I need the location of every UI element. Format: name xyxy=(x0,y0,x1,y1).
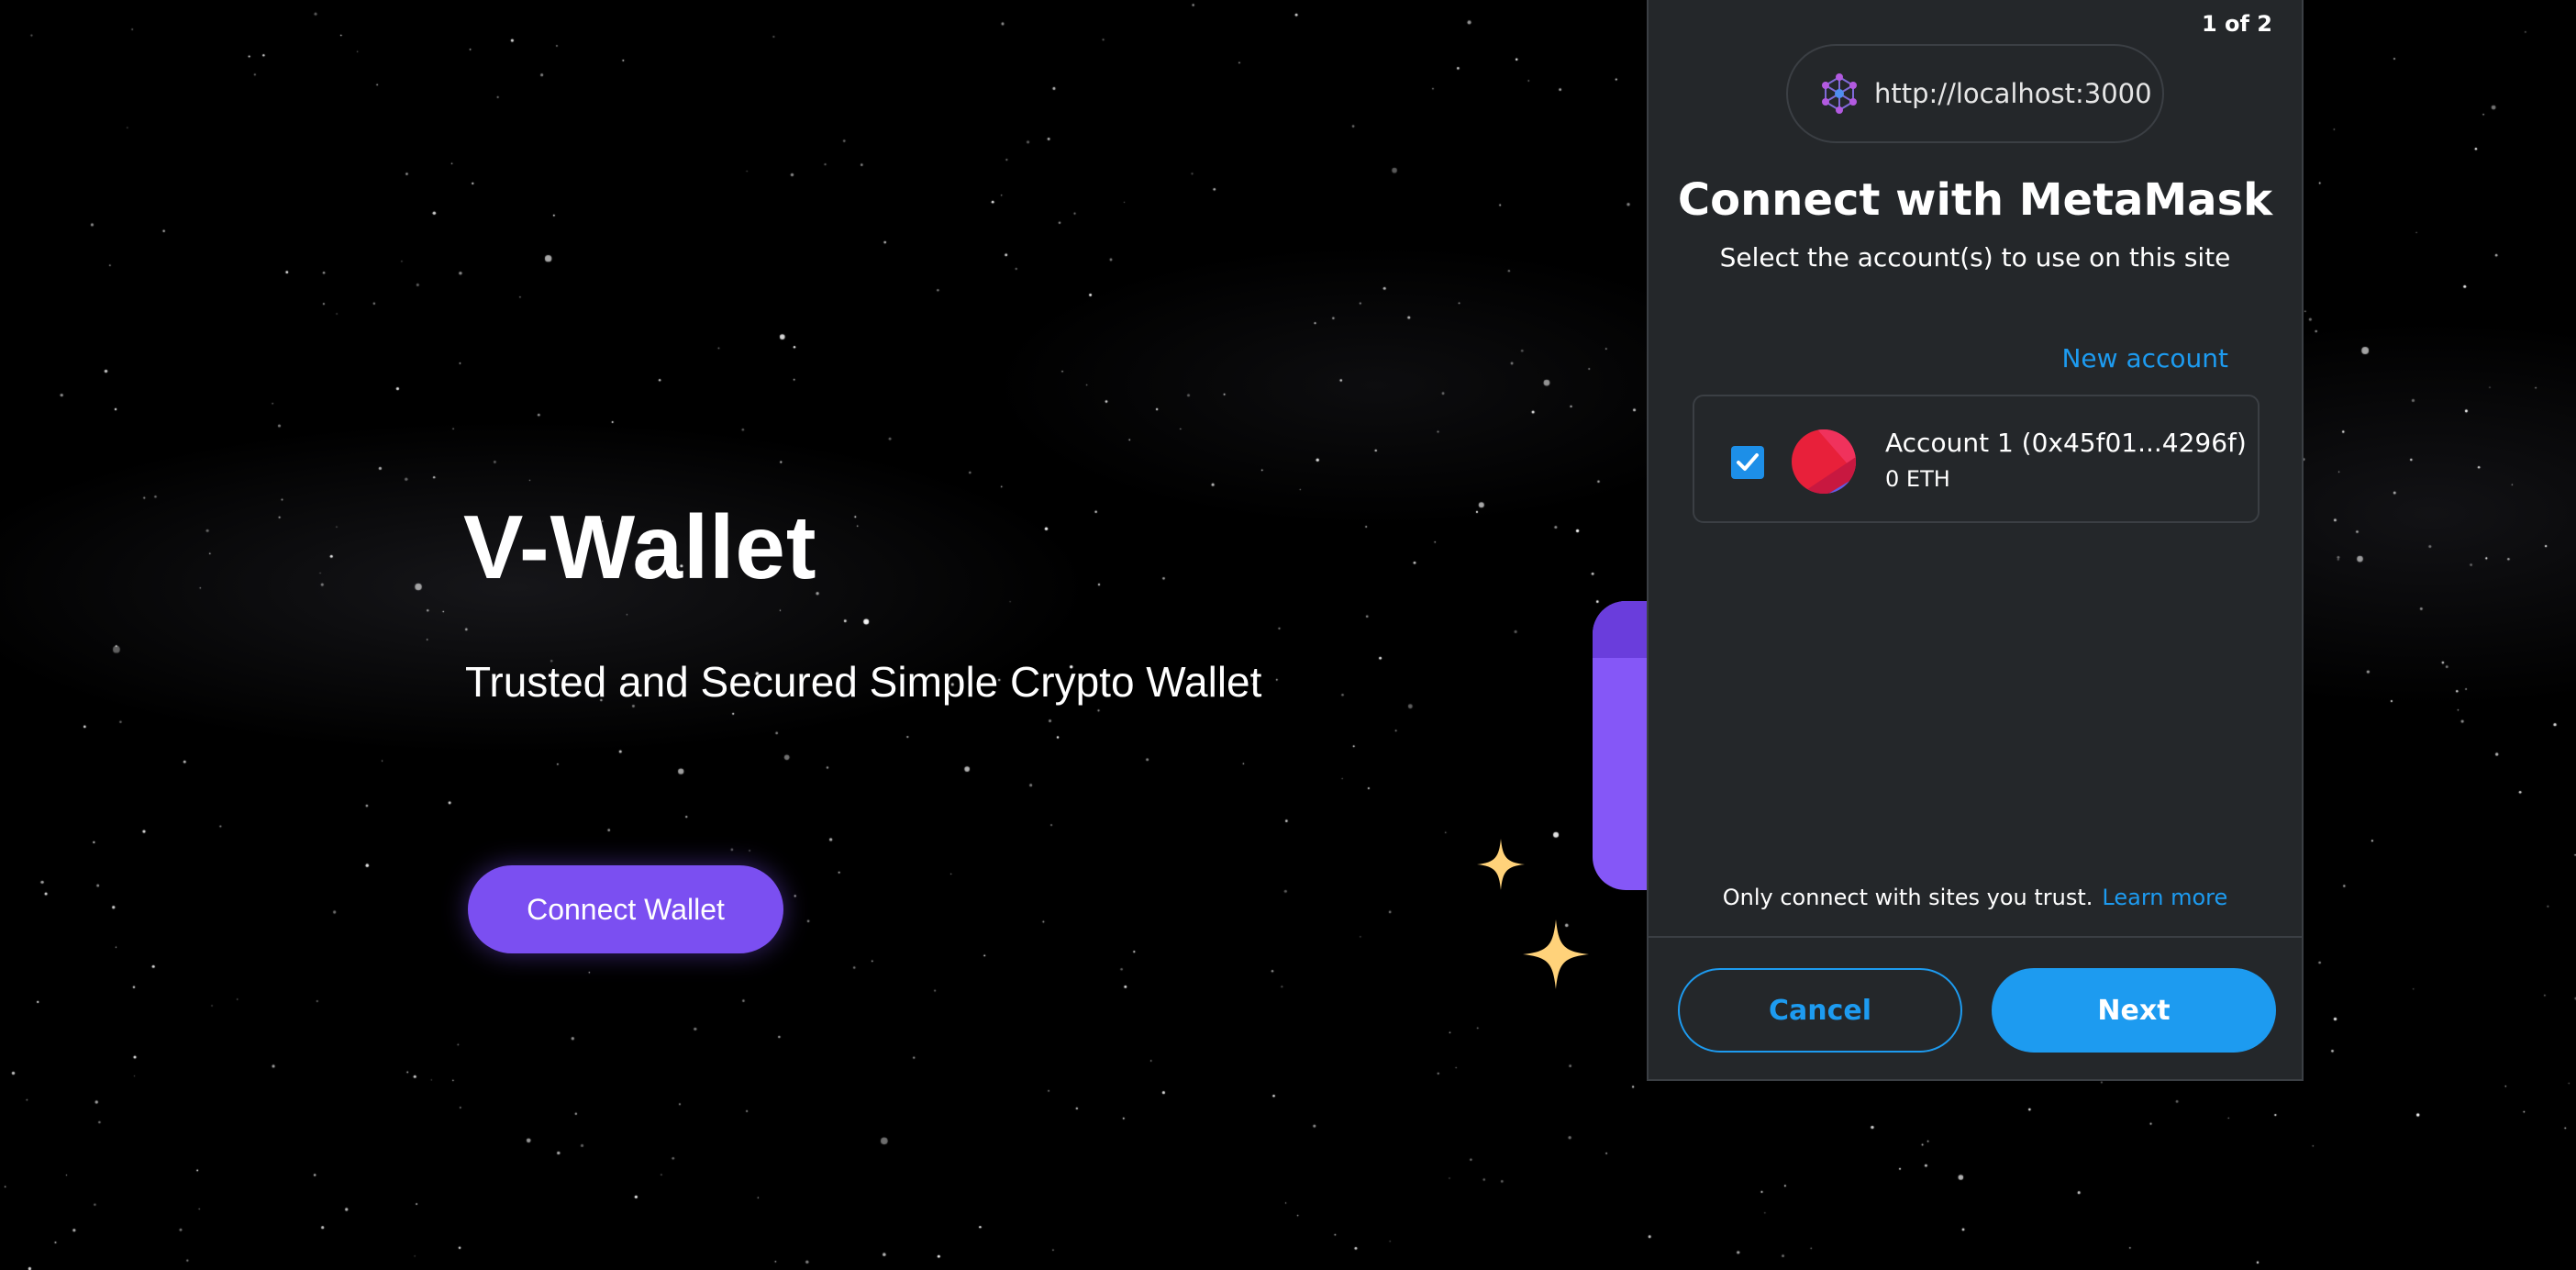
learn-more-link[interactable]: Learn more xyxy=(2102,885,2227,910)
account-avatar xyxy=(1792,429,1856,494)
site-origin-pill: http://localhost:3000 xyxy=(1786,44,2164,143)
account-balance: 0 ETH xyxy=(1885,466,1950,492)
trust-text: Only connect with sites you trust. xyxy=(1722,885,2093,910)
metamask-connect-popup: 1 of 2 http://localhost:3000 Connect wit… xyxy=(1647,0,2304,1081)
next-button[interactable]: Next xyxy=(1992,968,2276,1053)
network-icon xyxy=(1822,73,1857,114)
sparkle-icon xyxy=(1523,919,1589,989)
hero-subtitle: Trusted and Secured Simple Crypto Wallet xyxy=(465,658,1262,706)
popup-subtitle: Select the account(s) to use on this sit… xyxy=(1719,242,2231,273)
site-origin-url: http://localhost:3000 xyxy=(1874,78,2152,109)
trust-notice: Only connect with sites you trust. Learn … xyxy=(1649,885,2302,910)
cancel-button[interactable]: Cancel xyxy=(1678,968,1962,1053)
request-counter: 1 of 2 xyxy=(2201,11,2272,37)
account-list-item[interactable]: Account 1 (0x45f01...4296f) 0 ETH xyxy=(1693,395,2260,523)
new-account-link[interactable]: New account xyxy=(2061,343,2228,373)
hero-title: V-Wallet xyxy=(463,496,817,597)
connect-wallet-button[interactable]: Connect Wallet xyxy=(468,865,783,953)
account-checkbox[interactable] xyxy=(1731,446,1764,479)
account-name: Account 1 (0x45f01...4296f) xyxy=(1885,428,2247,458)
popup-title: Connect with MetaMask xyxy=(1677,174,2273,226)
checkmark-icon xyxy=(1737,453,1759,471)
footer-divider xyxy=(1649,936,2302,938)
app-stage: V-Wallet Trusted and Secured Simple Cryp… xyxy=(0,0,2576,1270)
sparkle-icon xyxy=(1477,839,1525,890)
